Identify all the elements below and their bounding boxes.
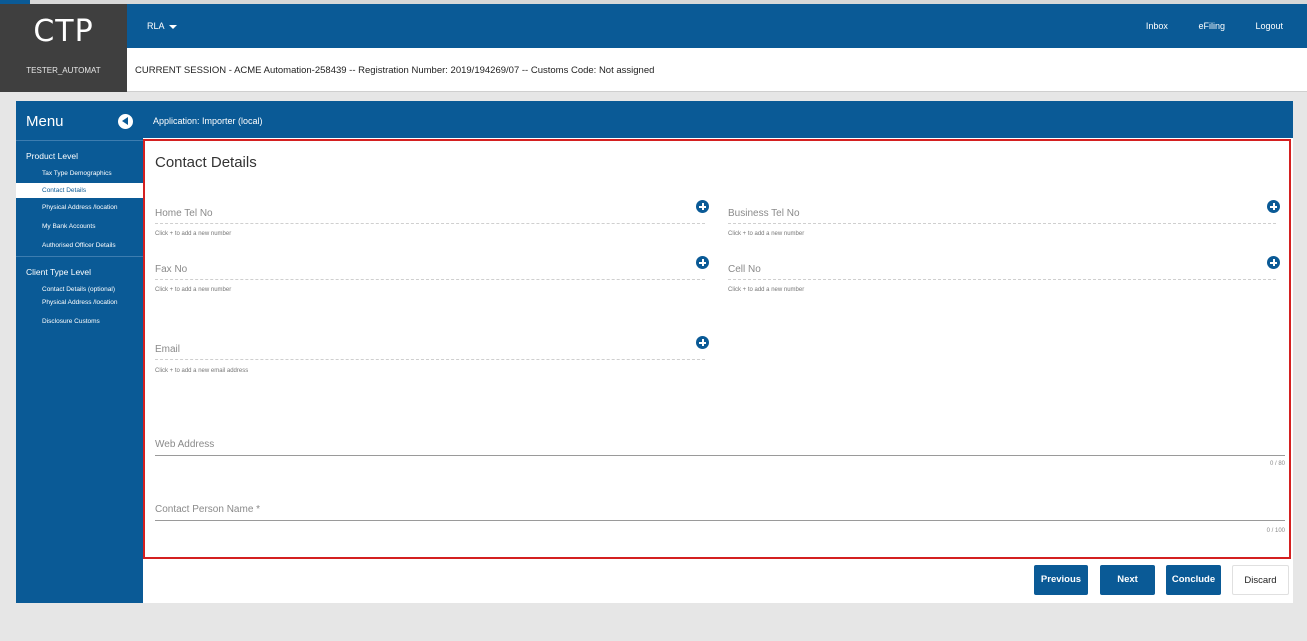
sidebar-item-my-bank-accounts[interactable]: My Bank Accounts [16, 220, 143, 233]
contact-person-counter: 0 / 100 [1266, 528, 1285, 534]
sidebar-section-client-type-level: Client Type Level [16, 256, 143, 283]
email-hint: Click + to add a new email address [155, 368, 249, 374]
app-title: CTP [33, 14, 94, 49]
collapse-menu-icon[interactable] [118, 114, 133, 129]
sidebar-header: Menu [16, 101, 143, 141]
sidebar-item-physical-address[interactable]: Physical Address /location [16, 201, 143, 214]
caret-down-icon [168, 24, 177, 29]
add-business-tel-icon[interactable] [1267, 200, 1280, 213]
role-dropdown-label: RLA [147, 21, 165, 31]
top-links: Inbox eFiling Logout [1118, 21, 1283, 31]
sidebar-item-authorised-officer-details[interactable]: Authorised Officer Details [16, 239, 143, 252]
sidebar-item-tax-type-demographics[interactable]: Tax Type Demographics [16, 167, 143, 180]
email-field[interactable]: Email [155, 336, 709, 360]
web-address-field[interactable]: Web Address [155, 436, 1285, 456]
sidebar-item-contact-details-optional[interactable]: Contact Details (optional) [16, 283, 143, 296]
add-fax-icon[interactable] [696, 256, 709, 269]
web-address-placeholder: Web Address [155, 439, 215, 450]
page-title: Contact Details [155, 154, 257, 171]
business-tel-hint: Click + to add a new number [728, 231, 805, 237]
cell-field[interactable]: Cell No [728, 256, 1280, 280]
menu-title: Menu [26, 113, 64, 130]
main-content: Contact Details Home Tel No Click + to a… [143, 138, 1293, 603]
fax-field[interactable]: Fax No [155, 256, 709, 280]
username-label: TESTER_AUTOMAT [26, 66, 101, 75]
application-label: Application: Importer (local) [153, 116, 263, 126]
role-dropdown[interactable]: RLA [147, 21, 177, 31]
add-cell-icon[interactable] [1267, 256, 1280, 269]
conclude-button[interactable]: Conclude [1166, 565, 1221, 595]
previous-button[interactable]: Previous [1034, 565, 1088, 595]
web-address-counter: 0 / 80 [1269, 461, 1285, 467]
app-logo-panel: CTP TESTER_AUTOMAT [0, 4, 127, 92]
application-bar: Application: Importer (local) [143, 101, 1293, 138]
add-home-tel-icon[interactable] [696, 200, 709, 213]
contact-person-field[interactable]: Contact Person Name * [155, 501, 1285, 521]
next-button[interactable]: Next [1100, 565, 1155, 595]
efiling-link[interactable]: eFiling [1198, 21, 1225, 31]
email-placeholder: Email [155, 344, 181, 355]
add-email-icon[interactable] [696, 336, 709, 349]
inbox-link[interactable]: Inbox [1146, 21, 1168, 31]
sidebar-section-product-level: Product Level [26, 151, 78, 161]
home-tel-hint: Click + to add a new number [155, 231, 232, 237]
session-bar: CURRENT SESSION - ACME Automation-258439… [127, 48, 1307, 92]
fax-hint: Click + to add a new number [155, 287, 232, 293]
top-navigation-bar: RLA Inbox eFiling Logout [127, 4, 1307, 48]
sidebar: Menu Product Level Tax Type Demographics… [16, 101, 143, 603]
business-tel-placeholder: Business Tel No [728, 208, 800, 219]
cell-placeholder: Cell No [728, 264, 761, 275]
home-tel-field[interactable]: Home Tel No [155, 200, 709, 224]
logout-link[interactable]: Logout [1255, 21, 1283, 31]
discard-button[interactable]: Discard [1232, 565, 1289, 595]
sidebar-item-disclosure-customs[interactable]: Disclosure Customs [16, 315, 143, 328]
home-tel-placeholder: Home Tel No [155, 208, 213, 219]
business-tel-field[interactable]: Business Tel No [728, 200, 1280, 224]
contact-person-placeholder: Contact Person Name * [155, 504, 261, 515]
sidebar-item-physical-address-client[interactable]: Physical Address /location [16, 296, 143, 309]
session-info: CURRENT SESSION - ACME Automation-258439… [135, 65, 655, 76]
sidebar-item-contact-details[interactable]: Contact Details [16, 183, 143, 198]
fax-placeholder: Fax No [155, 264, 188, 275]
cell-hint: Click + to add a new number [728, 287, 805, 293]
